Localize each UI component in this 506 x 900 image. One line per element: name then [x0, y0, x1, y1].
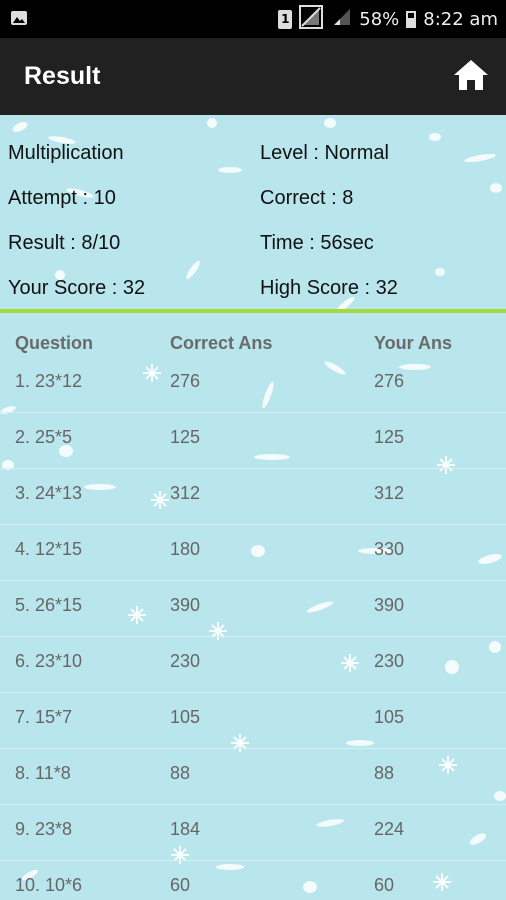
- correct-answer-cell: 184: [170, 819, 201, 839]
- correct-answer-cell: 230: [170, 651, 201, 671]
- question-cell: 5. 26*15: [15, 595, 83, 615]
- correct-answer-cell: 125: [170, 427, 201, 447]
- home-icon[interactable]: [452, 58, 490, 92]
- result-label: Result : 8/10: [8, 232, 121, 254]
- table-row: 5. 26*15 390 390: [0, 581, 506, 637]
- your-answer-cell: 60: [374, 875, 395, 895]
- clock: 8:22 am: [423, 8, 498, 30]
- correct-label: Correct : 8: [260, 187, 354, 209]
- your-answer-cell: 230: [374, 651, 405, 671]
- table-row: 2. 25*5 125 125: [0, 413, 506, 469]
- correct-answer-cell: 312: [170, 483, 201, 503]
- correct-answer-cell: 390: [170, 595, 201, 615]
- column-header-question: Question: [15, 333, 94, 353]
- question-cell: 7. 15*7: [15, 707, 73, 727]
- attempt-label: Attempt : 10: [8, 187, 116, 209]
- app-bar: Result: [0, 38, 506, 115]
- status-bar: 1 58% 8:22 am: [0, 0, 506, 38]
- result-summary: Multiplication Level : Normal Attempt : …: [0, 115, 506, 310]
- table-row: 9. 23*8 184 224: [0, 805, 506, 861]
- correct-answer-cell: 276: [170, 371, 201, 391]
- battery-percent: 58%: [359, 8, 400, 30]
- correct-answer-cell: 180: [170, 539, 201, 559]
- question-cell: 4. 12*15: [15, 539, 83, 559]
- table-row: 7. 15*7 105 105: [0, 693, 506, 749]
- your-answer-cell: 312: [374, 483, 405, 503]
- correct-answer-cell: 88: [170, 763, 191, 783]
- your-answer-cell: 105: [374, 707, 405, 727]
- signal-icon: [299, 4, 325, 34]
- table-row: 4. 12*15 180 330: [0, 525, 506, 581]
- table-row: 3. 24*13 312 312: [0, 469, 506, 525]
- signal-weak-icon: [332, 7, 352, 32]
- question-cell: 3. 24*13: [15, 483, 83, 503]
- correct-answer-cell: 60: [170, 875, 191, 895]
- your-answer-cell: 330: [374, 539, 405, 559]
- battery-icon: [406, 10, 417, 28]
- score-label: Your Score : 32: [8, 277, 146, 299]
- table-row: 6. 23*10 230 230: [0, 637, 506, 693]
- page-title: Result: [24, 62, 101, 90]
- mode-label: Multiplication: [8, 142, 124, 164]
- your-answer-cell: 390: [374, 595, 405, 615]
- question-cell: 8. 11*8: [15, 763, 71, 783]
- question-cell: 2. 25*5: [15, 427, 73, 447]
- your-answer-cell: 276: [374, 371, 405, 391]
- your-answer-cell: 125: [374, 427, 405, 447]
- table-row: 8. 11*8 88 88: [0, 749, 506, 805]
- result-content: Multiplication Level : Normal Attempt : …: [0, 115, 506, 900]
- question-cell: 9. 23*8: [15, 819, 73, 839]
- level-label: Level : Normal: [260, 142, 389, 164]
- table-row: 1. 23*12 276 276: [0, 357, 506, 413]
- your-answer-cell: 224: [374, 819, 405, 839]
- question-cell: 1. 23*12: [15, 371, 83, 391]
- question-cell: 10. 10*6: [15, 875, 83, 895]
- your-answer-cell: 88: [374, 763, 395, 783]
- correct-answer-cell: 105: [170, 707, 201, 727]
- time-label: Time : 56sec: [260, 232, 374, 254]
- column-header-correct: Correct Ans: [170, 333, 273, 353]
- image-icon: [10, 9, 28, 31]
- question-cell: 6. 23*10: [15, 651, 83, 671]
- high-score-label: High Score : 32: [260, 277, 398, 299]
- table-header: Question Correct Ans Your Ans: [0, 313, 506, 357]
- table-row: 10. 10*6 60 60: [0, 861, 506, 900]
- sim-icon: 1: [278, 9, 293, 29]
- column-header-yours: Your Ans: [374, 333, 453, 353]
